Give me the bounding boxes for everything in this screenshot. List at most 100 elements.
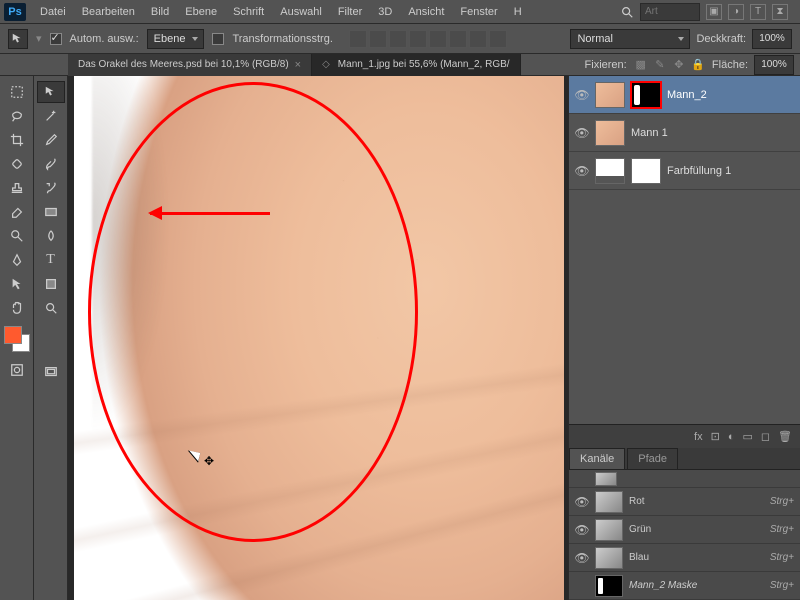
pen-tool[interactable] [3, 249, 31, 271]
layer-name[interactable]: Farbfüllung 1 [667, 165, 731, 177]
history-brush-tool[interactable] [37, 177, 65, 199]
layer-row[interactable]: 👁 Mann_2 [569, 76, 800, 114]
tab-paths[interactable]: Pfade [627, 448, 678, 469]
channel-row[interactable]: 👁 Mann_2 Maske Strg+ [569, 572, 800, 600]
delete-icon[interactable]: 🗑 [778, 430, 792, 443]
menu-file[interactable]: Datei [32, 3, 74, 21]
quickmask-tool[interactable] [3, 359, 31, 381]
auto-select-checkbox[interactable] [50, 33, 62, 45]
group-icon[interactable]: ▭ [742, 430, 752, 443]
active-tool-indicator[interactable] [8, 29, 28, 49]
menu-select[interactable]: Auswahl [272, 3, 330, 21]
opacity-field[interactable]: 100% [752, 29, 792, 49]
adjustment-icon[interactable]: ◐ [728, 431, 735, 443]
lock-all-icon[interactable]: 🔒 [690, 57, 706, 73]
fx-icon[interactable]: fx [694, 431, 703, 443]
zoom-tool[interactable] [37, 297, 65, 319]
image-icon[interactable]: ▣ [706, 4, 722, 20]
menu-window[interactable]: Fenster [452, 3, 505, 21]
foreground-swatch[interactable] [4, 326, 22, 344]
color-swatches[interactable] [4, 326, 30, 352]
align-icon[interactable] [449, 30, 467, 48]
auto-select-dropdown[interactable]: Ebene [147, 29, 205, 49]
eraser-tool[interactable] [3, 201, 31, 223]
layer-row[interactable]: 👁 Mann 1 [569, 114, 800, 152]
align-icon[interactable] [469, 30, 487, 48]
menu-edit[interactable]: Bearbeiten [74, 3, 143, 21]
type-icon[interactable]: T [750, 4, 766, 20]
layer-mask-thumbnail[interactable] [631, 82, 661, 108]
menu-help[interactable]: H [506, 3, 530, 21]
screenmode-tool[interactable] [37, 361, 65, 383]
lock-position-icon[interactable]: ✥ [671, 57, 687, 73]
channel-thumbnail[interactable] [595, 547, 623, 569]
document-canvas[interactable]: ✥ [74, 76, 564, 600]
align-icon[interactable] [429, 30, 447, 48]
fill-field[interactable]: 100% [754, 55, 794, 75]
channel-row[interactable]: 👁 Rot Strg+ [569, 488, 800, 516]
marquee-tool[interactable] [3, 81, 31, 103]
mask-icon[interactable]: ⊡ [711, 430, 720, 443]
gradient-tool[interactable] [37, 201, 65, 223]
visibility-icon[interactable]: 👁 [575, 523, 589, 537]
shape-tool[interactable] [37, 273, 65, 295]
stamp-tool[interactable] [3, 177, 31, 199]
channel-row[interactable]: 👁 Blau Strg+ [569, 544, 800, 572]
dodge-tool[interactable] [3, 225, 31, 247]
lock-image-icon[interactable]: ✎ [652, 57, 668, 73]
visibility-icon[interactable]: 👁 [575, 551, 589, 565]
menu-type[interactable]: Schrift [225, 3, 272, 21]
layers-panel: 👁 Mann_2 👁 Mann 1 👁 Farbfüllung 1 [569, 76, 800, 424]
visibility-icon[interactable]: 👁 [575, 88, 589, 102]
visibility-icon[interactable]: 👁 [575, 126, 589, 140]
crop-tool[interactable] [3, 129, 31, 151]
menu-3d[interactable]: 3D [370, 3, 400, 21]
wand-tool[interactable] [37, 105, 65, 127]
layer-thumbnail[interactable] [595, 120, 625, 146]
layer-thumbnail[interactable] [595, 158, 625, 184]
layer-thumbnail[interactable] [595, 82, 625, 108]
blend-mode-dropdown[interactable]: Normal [570, 29, 690, 49]
mask-icon[interactable]: ◑ [728, 4, 744, 20]
healing-tool[interactable] [3, 153, 31, 175]
menu-image[interactable]: Bild [143, 3, 177, 21]
transform-controls-checkbox[interactable] [212, 33, 224, 45]
lasso-tool[interactable] [3, 105, 31, 127]
blur-tool[interactable] [37, 225, 65, 247]
eyedropper-tool[interactable] [37, 129, 65, 151]
canvas-area[interactable]: ✥ [68, 76, 568, 600]
layer-mask-thumbnail[interactable] [631, 158, 661, 184]
channel-thumbnail[interactable] [595, 472, 617, 486]
layer-row[interactable]: 👁 Farbfüllung 1 [569, 152, 800, 190]
menu-filter[interactable]: Filter [330, 3, 370, 21]
menu-view[interactable]: Ansicht [400, 3, 452, 21]
new-layer-icon[interactable]: ◻ [761, 430, 770, 443]
visibility-icon[interactable]: 👁 [575, 164, 589, 178]
channel-thumbnail[interactable] [595, 491, 623, 513]
document-tab[interactable]: ◇ Mann_1.jpg bei 55,6% (Mann_2, RGB/ [312, 54, 520, 76]
channel-row[interactable]: 👁 Grün Strg+ [569, 516, 800, 544]
clock-icon[interactable]: ⧗ [772, 4, 788, 20]
brush-tool[interactable] [37, 153, 65, 175]
align-icon[interactable] [409, 30, 427, 48]
move-tool[interactable] [37, 81, 65, 103]
channel-thumbnail[interactable] [595, 519, 623, 541]
close-icon[interactable]: × [295, 59, 301, 71]
channel-row[interactable] [569, 470, 800, 488]
visibility-icon[interactable]: 👁 [575, 495, 589, 509]
document-tab[interactable]: Das Orakel des Meeres.psd bei 10,1% (RGB… [68, 54, 312, 76]
tab-channels[interactable]: Kanäle [569, 448, 625, 469]
layer-name[interactable]: Mann_2 [667, 89, 707, 101]
align-icon[interactable] [489, 30, 507, 48]
layer-name[interactable]: Mann 1 [631, 127, 668, 139]
menu-layer[interactable]: Ebene [177, 3, 225, 21]
align-icon[interactable] [389, 30, 407, 48]
search-input[interactable] [640, 3, 700, 21]
channel-thumbnail[interactable] [595, 575, 623, 597]
hand-tool[interactable] [3, 297, 31, 319]
path-select-tool[interactable] [3, 273, 31, 295]
lock-transparent-icon[interactable]: ▩ [633, 57, 649, 73]
type-tool[interactable]: T [37, 249, 65, 271]
align-icon[interactable] [349, 30, 367, 48]
align-icon[interactable] [369, 30, 387, 48]
